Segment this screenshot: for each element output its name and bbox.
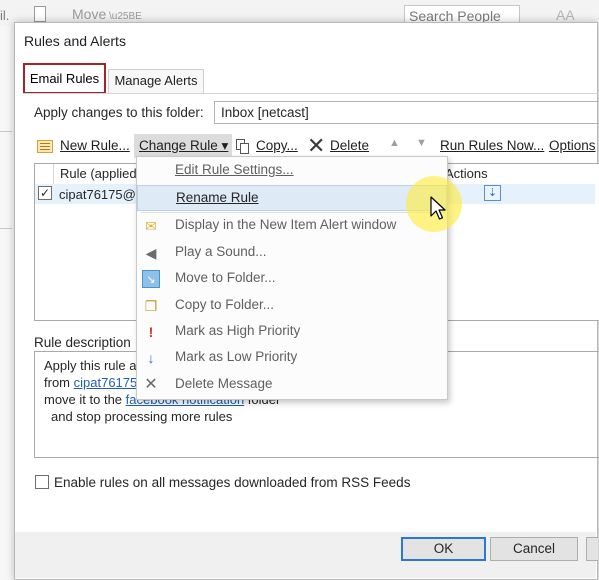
rss-rules-label[interactable]: Enable rules on all messages downloaded … [54,475,410,490]
menu-item-delete-message[interactable]: ✕ Delete Message [137,372,447,398]
menu-item-edit-rule-settings[interactable]: Edit Rule Settings... [137,158,447,184]
description-line: from cipat76175 [44,375,137,390]
apply-button[interactable] [586,537,598,561]
rule-name: cipat76175@ [59,187,136,202]
copy-icon [236,139,249,154]
change-rule-label: Change Rule ▾ [139,138,229,153]
new-rule-icon [37,140,53,153]
dialog-title: Rules and Alerts [24,33,126,49]
menu-item-display-alert[interactable]: ✉ Display in the New Item Alert window [137,213,447,239]
menu-item-label: Delete Message [175,376,273,391]
menu-item-label: Play a Sound... [175,244,267,259]
mouse-cursor-icon [430,196,446,220]
menu-item-label: Move to Folder... [175,270,276,285]
sender-link[interactable]: cipat76175 [74,375,138,390]
folder-select[interactable]: Inbox [netcast] [214,101,599,124]
background-left-pane [0,26,15,580]
move-label: Move [72,6,107,22]
options-button[interactable]: Options [549,138,596,153]
move-up-icon[interactable]: ▲ [389,137,400,149]
description-text: from [44,375,74,390]
menu-item-label: Mark as High Priority [175,323,301,338]
menu-item-high-priority[interactable]: ! Mark as High Priority [137,319,447,345]
change-rule-button[interactable]: Change Rule ▾ [134,134,232,158]
delete-x-icon: ✕ [144,376,158,393]
move-to-folder-action-icon: ⇣ [484,185,501,201]
menu-item-move-to-folder[interactable]: ↘ Move to Folder... [137,266,447,292]
apply-folder-label: Apply changes to this folder: [34,105,204,120]
delete-x-icon: ✕ [307,133,326,158]
move-down-icon[interactable]: ▼ [416,137,427,149]
delete-button[interactable]: Delete [330,138,369,153]
background-divider [0,228,12,229]
tab-email-rules[interactable]: Email Rules [23,63,106,94]
background-font-icon: AΑ [556,7,575,23]
menu-item-rename-rule[interactable]: Rename Rule [137,185,447,211]
header-divider [53,164,54,184]
background-divider [0,131,12,132]
background-checkbox [34,6,46,22]
menu-item-low-priority[interactable]: ↓ Mark as Low Priority [137,345,447,371]
description-line: and stop processing more rules [51,409,233,424]
low-priority-icon: ↓ [147,350,155,366]
copy-button[interactable]: Copy... [256,138,298,153]
copy-folder-icon: ❐ [144,298,158,314]
cancel-button[interactable]: Cancel [490,537,578,561]
rss-rules-checkbox[interactable] [35,475,49,489]
chevron-down-icon: \u25BE [106,11,142,22]
tab-manage-alerts[interactable]: Manage Alerts [108,69,204,93]
move-folder-icon: ↘ [142,270,160,288]
menu-item-label: Rename Rule [176,190,259,205]
column-header-rule[interactable]: Rule (applied [60,166,137,181]
rule-description-label: Rule description [34,335,131,350]
menu-item-label: Display in the New Item Alert window [175,217,397,232]
menu-item-label: Copy to Folder... [175,297,275,312]
run-rules-now-button[interactable]: Run Rules Now... [440,138,544,153]
background-move-button[interactable]: Move \u25BE [72,6,142,22]
description-line: Apply this rule a [44,358,137,373]
speaker-icon: ◀ [145,245,157,261]
tab-divider [23,93,598,94]
new-rule-button[interactable]: New Rule... [60,138,130,153]
menu-item-label: Edit Rule Settings... [175,162,294,177]
menu-item-copy-to-folder[interactable]: ❐ Copy to Folder... [137,293,447,319]
rule-enabled-checkbox[interactable]: ✓ [38,186,52,200]
ok-button[interactable]: OK [401,537,486,561]
high-priority-icon: ! [148,324,154,340]
background-fragment: il. [0,8,10,23]
alert-envelope-icon: ✉ [145,218,157,234]
column-header-actions[interactable]: Actions [445,166,488,181]
description-text: move it to the [44,392,126,407]
menu-item-label: Mark as Low Priority [175,349,298,364]
menu-item-play-sound[interactable]: ◀ Play a Sound... [137,240,447,266]
